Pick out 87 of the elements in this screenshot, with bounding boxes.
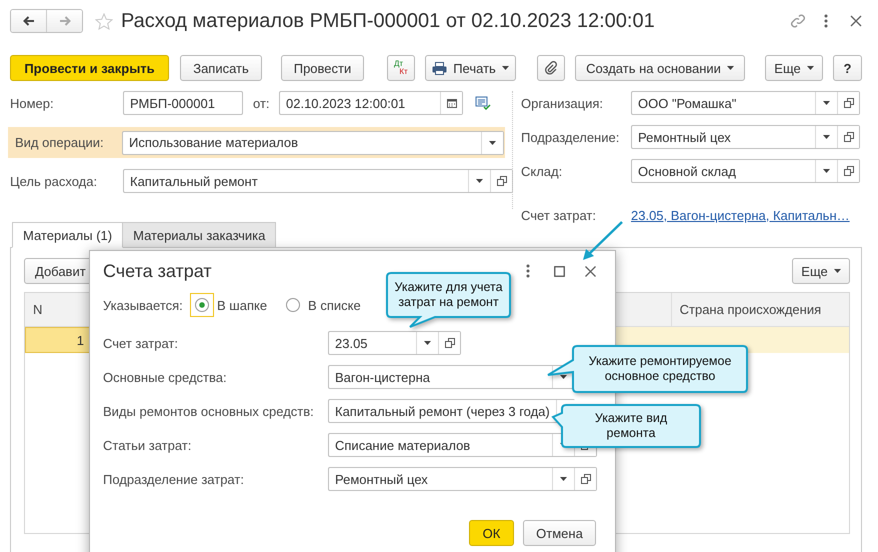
caret-icon: [560, 477, 567, 481]
document-check-icon[interactable]: [475, 96, 491, 110]
number-field[interactable]: РМБП-000001: [123, 91, 243, 115]
ok-button[interactable]: ОК: [469, 520, 514, 546]
field-label: от:: [253, 96, 271, 110]
dropdown-button[interactable]: [481, 132, 503, 154]
calendar-button[interactable]: [440, 92, 462, 114]
table-cell: 1: [25, 327, 91, 353]
tab[interactable]: Материалы заказчика: [123, 222, 276, 248]
field-label: Виды ремонтов основных средств:: [103, 404, 315, 418]
back-button[interactable]: [11, 10, 46, 32]
open-button[interactable]: [574, 468, 596, 490]
field-label: Цель расхода:: [10, 174, 98, 188]
select-field[interactable]: Ремонтный цех: [328, 467, 597, 491]
post-and-close-button[interactable]: Провести и закрыть: [10, 55, 169, 81]
caret-icon: [489, 140, 496, 144]
field-label: Подразделение затрат:: [103, 472, 245, 486]
field-label: Счет затрат:: [103, 336, 179, 350]
open-icon: [496, 176, 506, 186]
window-title: Расход материалов РМБП-000001 от 02.10.2023 12:00:01: [121, 10, 656, 32]
select-field[interactable]: Ремонтный цех: [631, 125, 860, 149]
radio-label[interactable]: В списке: [308, 298, 361, 312]
date-field[interactable]: 02.10.2023 12:00:01: [279, 91, 463, 115]
calendar-icon: [446, 98, 456, 108]
field-label: Организация:: [521, 96, 604, 110]
tab[interactable]: Материалы (1): [12, 222, 124, 248]
menu-button[interactable]: Еще: [765, 55, 823, 81]
select-field[interactable]: 23.05: [328, 331, 461, 355]
close-icon[interactable]: [585, 266, 596, 276]
open-button[interactable]: [438, 332, 460, 354]
cancel-button[interactable]: Отмена: [523, 520, 596, 546]
column-header: Страна происхождения: [678, 301, 822, 319]
field-label: Подразделение:: [521, 130, 620, 144]
cost-account-link[interactable]: 23.05, Вагон-цистерна, Капитальн…: [631, 208, 850, 222]
more-button[interactable]: Еще: [792, 258, 850, 284]
open-button[interactable]: [837, 160, 859, 182]
caret-icon: [823, 169, 830, 173]
field-label: Основные средства:: [103, 370, 228, 384]
toolbar-button[interactable]: Провести: [281, 55, 364, 81]
back-arrow-icon: [22, 16, 34, 26]
field-label: Вид операции:: [15, 135, 105, 150]
maximize-icon[interactable]: [554, 266, 565, 276]
star-icon[interactable]: [95, 12, 113, 30]
open-button[interactable]: [490, 170, 512, 192]
close-icon[interactable]: [850, 15, 862, 27]
caret-icon: [424, 341, 431, 345]
open-button[interactable]: [837, 92, 859, 114]
select-field[interactable]: Капитальный ремонт: [123, 169, 513, 193]
print-button[interactable]: Печать: [425, 55, 516, 81]
open-icon: [580, 474, 590, 484]
select-field[interactable]: Списание материалов: [328, 433, 597, 457]
radio-label[interactable]: В шапке: [217, 298, 268, 312]
open-icon: [844, 132, 854, 142]
radio-button[interactable]: [190, 293, 214, 317]
more-icon[interactable]: [526, 264, 530, 278]
caret-icon: [726, 66, 734, 70]
field-label: Склад:: [521, 164, 564, 178]
printer-icon: [432, 62, 448, 74]
link-icon[interactable]: [790, 13, 806, 29]
open-icon: [844, 98, 854, 108]
toolbar-button[interactable]: ?: [833, 55, 862, 81]
caret-icon: [834, 269, 841, 273]
caret-icon: [823, 135, 830, 139]
field-label: Номер:: [10, 96, 55, 110]
open-icon: [444, 338, 454, 348]
toolbar-button[interactable]: Записать: [180, 55, 262, 81]
field-label: Счет затрат:: [521, 208, 597, 222]
open-button[interactable]: [837, 126, 859, 148]
caret-icon: [806, 66, 814, 70]
more-icon[interactable]: [824, 14, 828, 28]
debit-credit-button[interactable]: Дт Кт: [387, 55, 415, 81]
select-field[interactable]: Использование материалов: [122, 130, 504, 154]
caret-icon: [560, 375, 567, 379]
select-field[interactable]: ООО "Ромашка": [631, 91, 860, 115]
open-icon: [844, 166, 854, 176]
field-label: Указывается:: [103, 298, 184, 312]
forward-arrow-icon: [58, 16, 70, 26]
select-field[interactable]: Основной склад: [631, 159, 860, 183]
select-field[interactable]: Вагон-цистерна: [328, 365, 575, 389]
menu-button[interactable]: Создать на основании: [575, 55, 745, 81]
select-field[interactable]: Капитальный ремонт (через 3 года): [328, 399, 575, 423]
paperclip-icon: [545, 61, 557, 75]
attach-button[interactable]: [537, 55, 565, 81]
caret-icon: [502, 66, 509, 70]
field-label: Статьи затрат:: [103, 438, 192, 452]
caret-icon: [823, 101, 830, 105]
caret-icon: [476, 179, 483, 183]
